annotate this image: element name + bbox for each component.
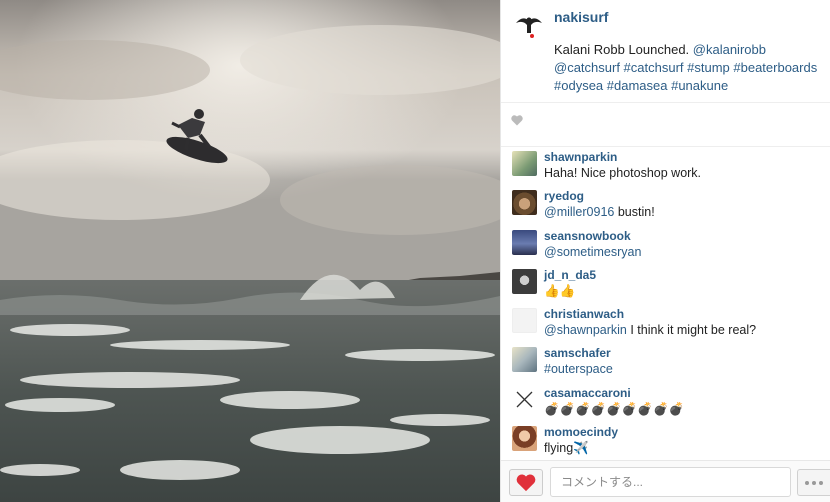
comment-text: @miller0916 bustin! bbox=[544, 205, 655, 219]
comment-body: Haha! Nice photoshop work. bbox=[544, 166, 702, 180]
comment-username[interactable]: jd_n_da5 bbox=[544, 268, 596, 282]
comment-text: @sometimesryan bbox=[544, 245, 641, 259]
comment-text: flying✈️ bbox=[544, 441, 589, 456]
comment-text: #outerspace bbox=[544, 362, 613, 376]
comment-username[interactable]: christianwach bbox=[544, 307, 624, 321]
post-caption: Kalani Robb Lounched. @kalanirobb @catch… bbox=[554, 41, 824, 95]
more-dots-icon bbox=[812, 480, 816, 485]
comment-body: 💣💣💣💣💣💣💣💣💣 bbox=[544, 401, 685, 416]
comment-bar bbox=[501, 460, 830, 502]
commenter-avatar[interactable] bbox=[512, 268, 537, 294]
commenter-avatar[interactable] bbox=[512, 308, 537, 334]
like-button[interactable] bbox=[509, 469, 543, 496]
comment-text: 👍👍 bbox=[544, 284, 575, 299]
cross-logo-icon bbox=[516, 391, 533, 408]
comment-username[interactable]: shawnparkin bbox=[544, 150, 617, 164]
more-dots-icon bbox=[805, 480, 809, 485]
comment-list[interactable]: shawnparkin Haha! Nice photoshop work. r… bbox=[501, 146, 830, 460]
comment-text: @shawnparkin I think it might be real? bbox=[544, 323, 756, 337]
owner-avatar[interactable] bbox=[513, 9, 545, 41]
comment-text: Haha! Nice photoshop work. bbox=[544, 166, 701, 180]
comment-item: seansnowbook @sometimesryan bbox=[501, 225, 830, 264]
comment-item: shawnparkin Haha! Nice photoshop work. bbox=[501, 146, 830, 185]
comment-username[interactable]: casamaccaroni bbox=[544, 386, 631, 400]
commenter-avatar[interactable] bbox=[512, 386, 537, 412]
comment-item: jd_n_da5 👍👍 bbox=[501, 264, 830, 303]
comment-username[interactable]: ryedog bbox=[544, 189, 584, 203]
surf-photo-image bbox=[0, 0, 500, 502]
more-dots-icon bbox=[819, 480, 823, 485]
heart-mini-icon bbox=[511, 115, 523, 126]
comment-body: 👍👍 bbox=[544, 283, 576, 298]
comment-item: samschafer #outerspace bbox=[501, 342, 830, 381]
commenter-avatar[interactable] bbox=[512, 190, 537, 216]
commenter-avatar[interactable] bbox=[512, 426, 537, 452]
caption-text: Kalani Robb Lounched. bbox=[554, 42, 693, 57]
post-viewer: nakisurf Kalani Robb Lounched. @kalaniro… bbox=[0, 0, 830, 502]
comment-input[interactable] bbox=[550, 467, 791, 497]
commenter-avatar[interactable] bbox=[512, 229, 537, 255]
commenter-avatar[interactable] bbox=[512, 151, 537, 176]
heart-icon bbox=[516, 473, 536, 491]
post-header: nakisurf Kalani Robb Lounched. @kalaniro… bbox=[501, 0, 830, 103]
owner-username[interactable]: nakisurf bbox=[554, 9, 608, 25]
comment-username[interactable]: samschafer bbox=[544, 346, 611, 360]
comment-mention[interactable]: @miller0916 bbox=[544, 205, 614, 219]
comment-mention[interactable]: @sometimesryan bbox=[544, 245, 641, 259]
comment-text: 💣💣💣💣💣💣💣💣💣 bbox=[544, 402, 684, 417]
comment-item: ryedog @miller0916 bustin! bbox=[501, 185, 830, 224]
comment-item: casamaccaroni 💣💣💣💣💣💣💣💣💣 bbox=[501, 382, 830, 421]
comment-item: christianwach @shawnparkin I think it mi… bbox=[501, 303, 830, 342]
comment-mention[interactable]: #outerspace bbox=[544, 362, 613, 376]
more-options-button[interactable] bbox=[797, 469, 830, 496]
likes-row bbox=[501, 103, 830, 147]
post-photo[interactable] bbox=[0, 0, 500, 502]
comment-mention[interactable]: @shawnparkin bbox=[544, 323, 627, 337]
post-sidebar: nakisurf Kalani Robb Lounched. @kalaniro… bbox=[500, 0, 830, 502]
comment-body: flying✈️ bbox=[544, 441, 589, 456]
comment-body: bustin! bbox=[614, 205, 655, 220]
comment-username[interactable]: seansnowbook bbox=[544, 229, 631, 243]
bird-logo-icon bbox=[516, 17, 542, 38]
comment-body: I think it might be real? bbox=[626, 323, 757, 338]
comment-username[interactable]: momoecindy bbox=[544, 425, 618, 439]
commenter-avatar[interactable] bbox=[512, 347, 537, 373]
comment-item: momoecindy flying✈️ bbox=[501, 421, 830, 460]
